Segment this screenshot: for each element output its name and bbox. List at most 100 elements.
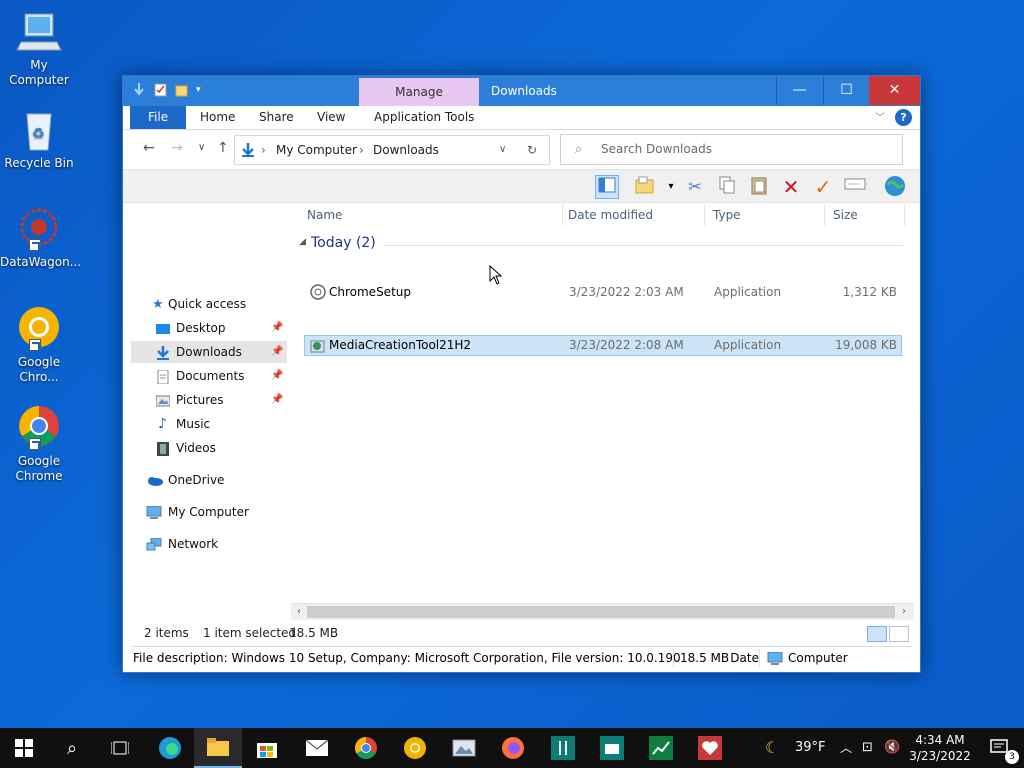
- show-hidden-icons-icon[interactable]: ︿: [840, 728, 852, 768]
- weather-moon-icon[interactable]: ☾: [765, 728, 779, 768]
- desktop-icon-recycle-bin[interactable]: ♻ Recycle Bin: [0, 106, 78, 171]
- address-dropdown-icon[interactable]: ∨: [499, 136, 506, 164]
- taskbar-file-explorer[interactable]: [194, 728, 242, 768]
- new-folder-icon[interactable]: [175, 83, 188, 97]
- start-button[interactable]: [0, 728, 48, 768]
- back-button[interactable]: ←: [143, 140, 155, 156]
- column-header-name[interactable]: Name: [299, 204, 563, 226]
- tab-file[interactable]: File: [130, 106, 187, 129]
- tab-share[interactable]: Share: [251, 106, 302, 129]
- pin-icon[interactable]: 📌: [271, 317, 283, 339]
- nav-pictures[interactable]: Pictures 📌: [131, 389, 287, 411]
- scroll-right-icon[interactable]: ›: [896, 604, 912, 620]
- folder-options-icon[interactable]: [633, 175, 657, 199]
- taskbar-health-app[interactable]: [686, 728, 734, 768]
- cut-icon[interactable]: ✂: [683, 175, 707, 199]
- tab-application-tools[interactable]: Application Tools: [366, 106, 482, 129]
- maximize-button[interactable]: ☐: [823, 76, 869, 105]
- help-button[interactable]: ?: [895, 109, 912, 126]
- delete-icon[interactable]: ✕: [779, 175, 803, 199]
- volume-muted-icon[interactable]: 🔇: [884, 728, 900, 768]
- file-row-chromesetup[interactable]: ChromeSetup 3/23/2022 2:03 AM Applicatio…: [304, 282, 902, 303]
- nav-documents[interactable]: Documents 📌: [131, 365, 287, 387]
- search-button[interactable]: ⌕: [48, 728, 96, 768]
- weather-temperature[interactable]: 39°F: [795, 728, 826, 768]
- nav-music[interactable]: ♪ Music: [131, 413, 287, 435]
- folder-options-dropdown-icon[interactable]: ▾: [659, 175, 683, 199]
- taskbar-finance-app[interactable]: [637, 728, 685, 768]
- taskbar-food-app[interactable]: [539, 728, 587, 768]
- status-item-count: 2 items: [144, 626, 189, 640]
- breadcrumb-my-computer[interactable]: My Computer: [276, 136, 357, 164]
- tab-view[interactable]: View: [309, 106, 353, 129]
- tab-home[interactable]: Home: [192, 106, 243, 129]
- notification-center-button[interactable]: 3: [976, 728, 1024, 768]
- expand-ribbon-icon[interactable]: ﹀: [875, 109, 885, 124]
- copy-icon[interactable]: [715, 175, 739, 199]
- column-header-size[interactable]: Size: [825, 204, 905, 226]
- taskbar-photos[interactable]: [440, 728, 488, 768]
- details-location: Computer: [788, 651, 848, 665]
- nav-onedrive[interactable]: OneDrive: [131, 469, 287, 491]
- column-header-date-modified[interactable]: Date modified: [560, 204, 705, 226]
- nav-videos[interactable]: Videos: [131, 437, 287, 459]
- details-view-icon[interactable]: [867, 626, 887, 642]
- checkmark-icon[interactable]: ✓: [811, 175, 835, 199]
- taskbar-briefcase-app[interactable]: [588, 728, 636, 768]
- nav-desktop[interactable]: Desktop 📌: [131, 317, 287, 339]
- network-status-icon[interactable]: ⊡: [862, 728, 873, 768]
- chrome-canary-icon: [15, 305, 63, 353]
- desktop-icon-label: Google Chro...: [17, 355, 61, 384]
- file-name: ChromeSetup: [329, 285, 411, 299]
- pin-icon[interactable]: 📌: [271, 389, 283, 411]
- refresh-icon[interactable]: ↻: [527, 136, 537, 164]
- collapse-group-icon[interactable]: ◢: [299, 237, 306, 247]
- column-header-type[interactable]: Type: [705, 204, 825, 226]
- status-size: 18.5 MB: [289, 626, 339, 640]
- taskbar-chrome-canary[interactable]: [391, 728, 439, 768]
- rename-icon[interactable]: [843, 175, 867, 199]
- clock-date: 3/23/2022: [909, 749, 971, 763]
- manage-tab[interactable]: Manage: [359, 78, 479, 106]
- breadcrumb-downloads[interactable]: Downloads: [373, 136, 439, 164]
- desktop-icon-datawagon[interactable]: DataWagon...: [0, 205, 81, 270]
- taskbar-firefox[interactable]: [489, 728, 537, 768]
- file-row-mediacreationtool[interactable]: MediaCreationTool21H2 3/23/2022 2:08 AM …: [304, 335, 902, 356]
- close-button[interactable]: ✕: [869, 76, 920, 105]
- shortcut-arrow-icon: [29, 438, 41, 450]
- large-icons-view-icon[interactable]: [889, 626, 909, 642]
- nav-network[interactable]: Network: [131, 533, 287, 555]
- task-view-button[interactable]: [96, 728, 144, 768]
- taskbar-edge[interactable]: [146, 728, 194, 768]
- system-clock[interactable]: 4:34 AM 3/23/2022: [905, 732, 975, 764]
- up-button[interactable]: ↑: [217, 140, 229, 156]
- paste-icon[interactable]: [747, 175, 771, 199]
- preview-pane-icon[interactable]: [595, 175, 619, 199]
- taskbar-store[interactable]: [243, 728, 291, 768]
- minimize-button[interactable]: —: [776, 76, 822, 105]
- desktop-icon-google-chrome[interactable]: Google Chrome: [0, 404, 78, 484]
- customize-qat-icon[interactable]: ▾: [196, 83, 209, 97]
- desktop-icon-google-chrome-canary[interactable]: Google Chro...: [0, 305, 78, 385]
- nav-quick-access[interactable]: ★ Quick access: [131, 293, 287, 315]
- down-arrow-icon[interactable]: [133, 83, 146, 97]
- pin-icon[interactable]: 📌: [271, 341, 283, 363]
- globe-icon[interactable]: [883, 175, 907, 199]
- star-icon: ★: [152, 297, 164, 312]
- taskbar-chrome[interactable]: [342, 728, 390, 768]
- recent-locations-button[interactable]: ∨: [198, 142, 205, 153]
- address-bar[interactable]: › My Computer › Downloads ∨ ↻: [234, 135, 550, 165]
- scroll-left-icon[interactable]: ‹: [291, 604, 307, 620]
- taskbar-mail[interactable]: [293, 728, 341, 768]
- scrollbar-thumb[interactable]: [307, 606, 895, 618]
- pin-icon[interactable]: 📌: [271, 365, 283, 387]
- search-input[interactable]: ⌕ Search Downloads: [560, 134, 903, 165]
- desktop-icon-my-computer[interactable]: My Computer: [0, 8, 78, 88]
- forward-button[interactable]: →: [171, 140, 183, 156]
- group-header-today[interactable]: Today (2): [311, 235, 376, 251]
- nav-downloads[interactable]: Downloads 📌: [131, 341, 287, 363]
- horizontal-scrollbar[interactable]: ‹ ›: [291, 603, 914, 620]
- title-bar[interactable]: ▾ Manage Downloads — ☐ ✕: [123, 76, 920, 106]
- properties-icon[interactable]: [154, 83, 167, 97]
- nav-my-computer[interactable]: My Computer: [131, 501, 287, 523]
